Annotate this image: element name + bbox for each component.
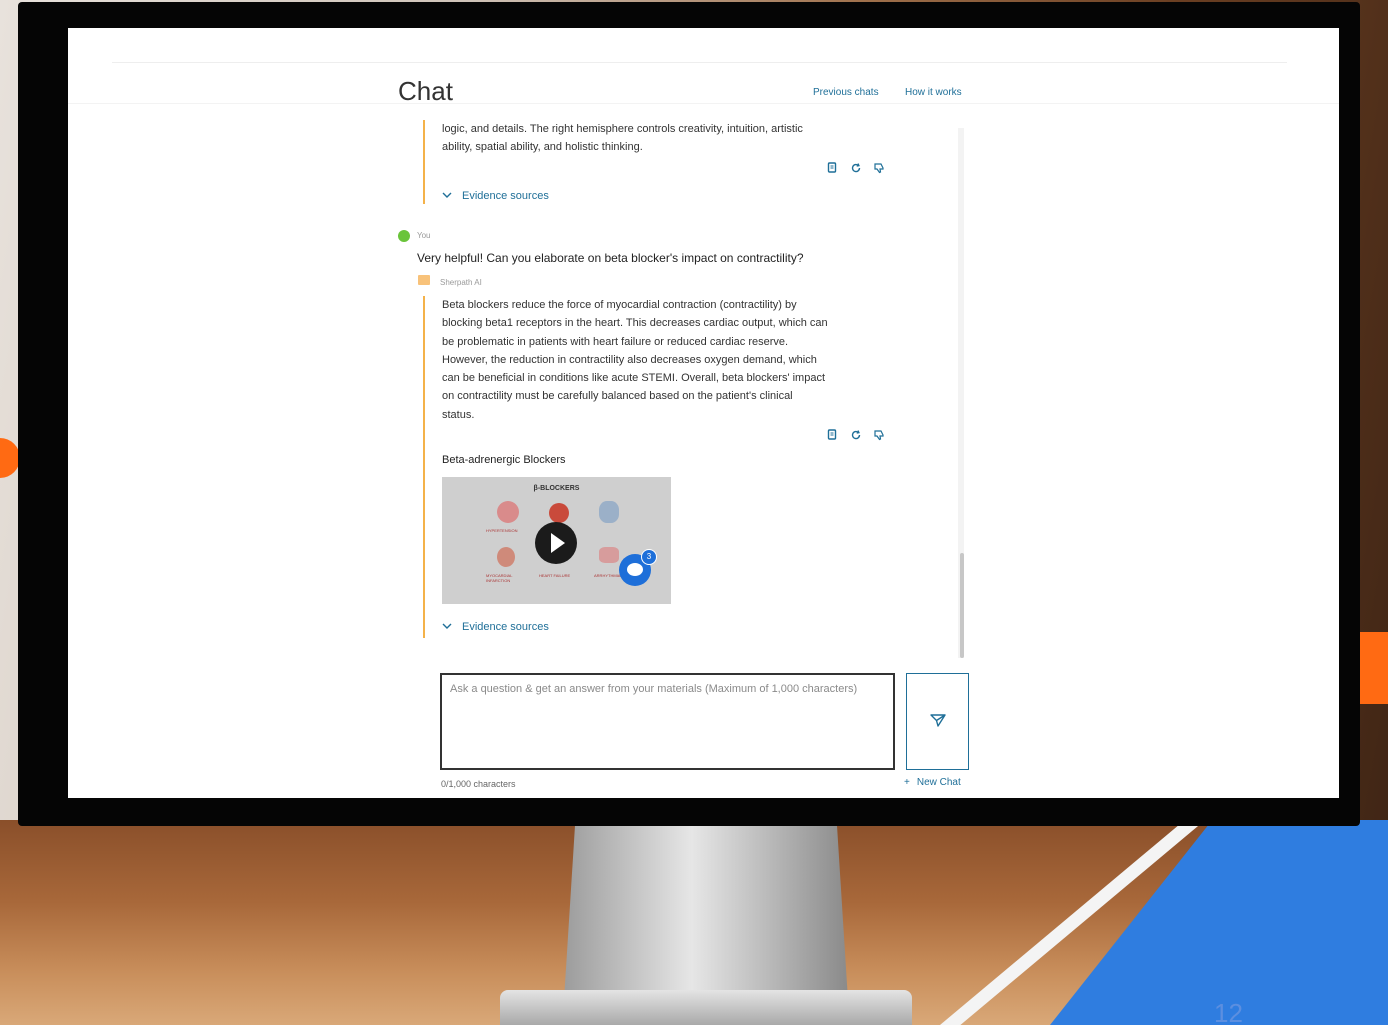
plus-icon: + [904, 777, 910, 788]
copy-icon[interactable] [826, 429, 839, 442]
character-counter: 0/1,000 characters [441, 779, 516, 789]
video-label: HYPERTENSION [486, 528, 518, 533]
header-divider [68, 103, 1339, 104]
ai-answer-previous: logic, and details. The right hemisphere… [442, 120, 803, 157]
video-caption: β-BLOCKERS [533, 485, 580, 492]
arrhythmia-illustration [599, 547, 619, 563]
chat-bubble-icon [627, 563, 643, 576]
how-it-works-link[interactable]: How it works [905, 87, 962, 98]
play-icon [551, 533, 565, 553]
chevron-down-icon [442, 191, 452, 202]
question-input[interactable] [442, 675, 893, 768]
chevron-down-icon [442, 622, 452, 633]
question-input-box[interactable] [440, 673, 895, 770]
user-avatar [398, 230, 410, 242]
video-label: MYOCARDIAL INFARCTION [486, 573, 513, 583]
page-title: Chat [398, 76, 453, 106]
top-divider [112, 62, 1287, 63]
user-message: Very helpful! Can you elaborate on beta … [417, 251, 804, 265]
monitor-stand-base [500, 990, 912, 1025]
ai-answer: Beta blockers reduce the force of myocar… [442, 296, 828, 424]
ai-answer-line: logic, and details. The right hemisphere… [442, 123, 803, 135]
heart-illustration [549, 503, 569, 523]
kidney-illustration [497, 501, 519, 523]
ai-answer-line: Beta blockers reduce the force of myocar… [442, 299, 797, 311]
user-sender-label: You [417, 231, 431, 240]
ai-answer-line: status. [442, 408, 475, 421]
play-button[interactable] [535, 522, 577, 564]
send-button[interactable] [906, 673, 969, 770]
ai-answer-line: can be beneficial in conditions like acu… [442, 372, 826, 385]
lungs-illustration [599, 501, 619, 523]
ai-answer-line: However, the reduction in contractility … [442, 353, 817, 366]
ai-sender-label: Sherpath AI [440, 278, 482, 287]
thumbs-down-icon[interactable] [872, 162, 885, 175]
send-icon [929, 713, 946, 730]
monitor-screen: Chat Previous chats How it works logic, … [68, 28, 1339, 798]
video-label: HEART FAILURE [539, 573, 571, 578]
ai-answer-bar-previous [423, 120, 425, 204]
ai-answer-line: blocking beta1 receptors in the heart. T… [442, 317, 828, 330]
previous-chats-link[interactable]: Previous chats [813, 87, 879, 98]
comments-count-badge: 3 [641, 549, 657, 565]
thumbs-down-icon[interactable] [872, 429, 885, 442]
regenerate-icon[interactable] [849, 162, 862, 175]
ai-answer-bar [423, 296, 425, 638]
ai-avatar [418, 275, 430, 285]
ai-answer-line: ability, spatial ability, and holistic t… [442, 141, 643, 154]
video-title: Beta-adrenergic Blockers [442, 454, 566, 466]
evidence-sources-toggle-previous[interactable]: Evidence sources [442, 190, 549, 202]
message-actions [826, 429, 885, 442]
evidence-sources-label: Evidence sources [462, 190, 549, 202]
copy-icon[interactable] [826, 162, 839, 175]
new-chat-button[interactable]: + New Chat [904, 777, 961, 788]
slide-number: 12 [1214, 998, 1243, 1025]
message-actions-previous [826, 162, 885, 175]
video-player[interactable]: β-BLOCKERS HYPERTENSION ANGINA HEART FAI… [442, 477, 671, 604]
evidence-sources-label: Evidence sources [462, 621, 549, 633]
ai-answer-line: on contractility must be carefully balan… [442, 390, 793, 403]
ai-answer-line: be problematic in patients with heart fa… [442, 335, 789, 348]
video-label: ARRHYTHMIA [594, 573, 621, 578]
monitor-stand [564, 820, 848, 1000]
new-chat-label: New Chat [916, 777, 961, 788]
regenerate-icon[interactable] [849, 429, 862, 442]
chat-conversation: logic, and details. The right hemisphere… [398, 120, 970, 660]
myocardium-illustration [497, 547, 515, 567]
evidence-sources-toggle[interactable]: Evidence sources [442, 621, 549, 633]
